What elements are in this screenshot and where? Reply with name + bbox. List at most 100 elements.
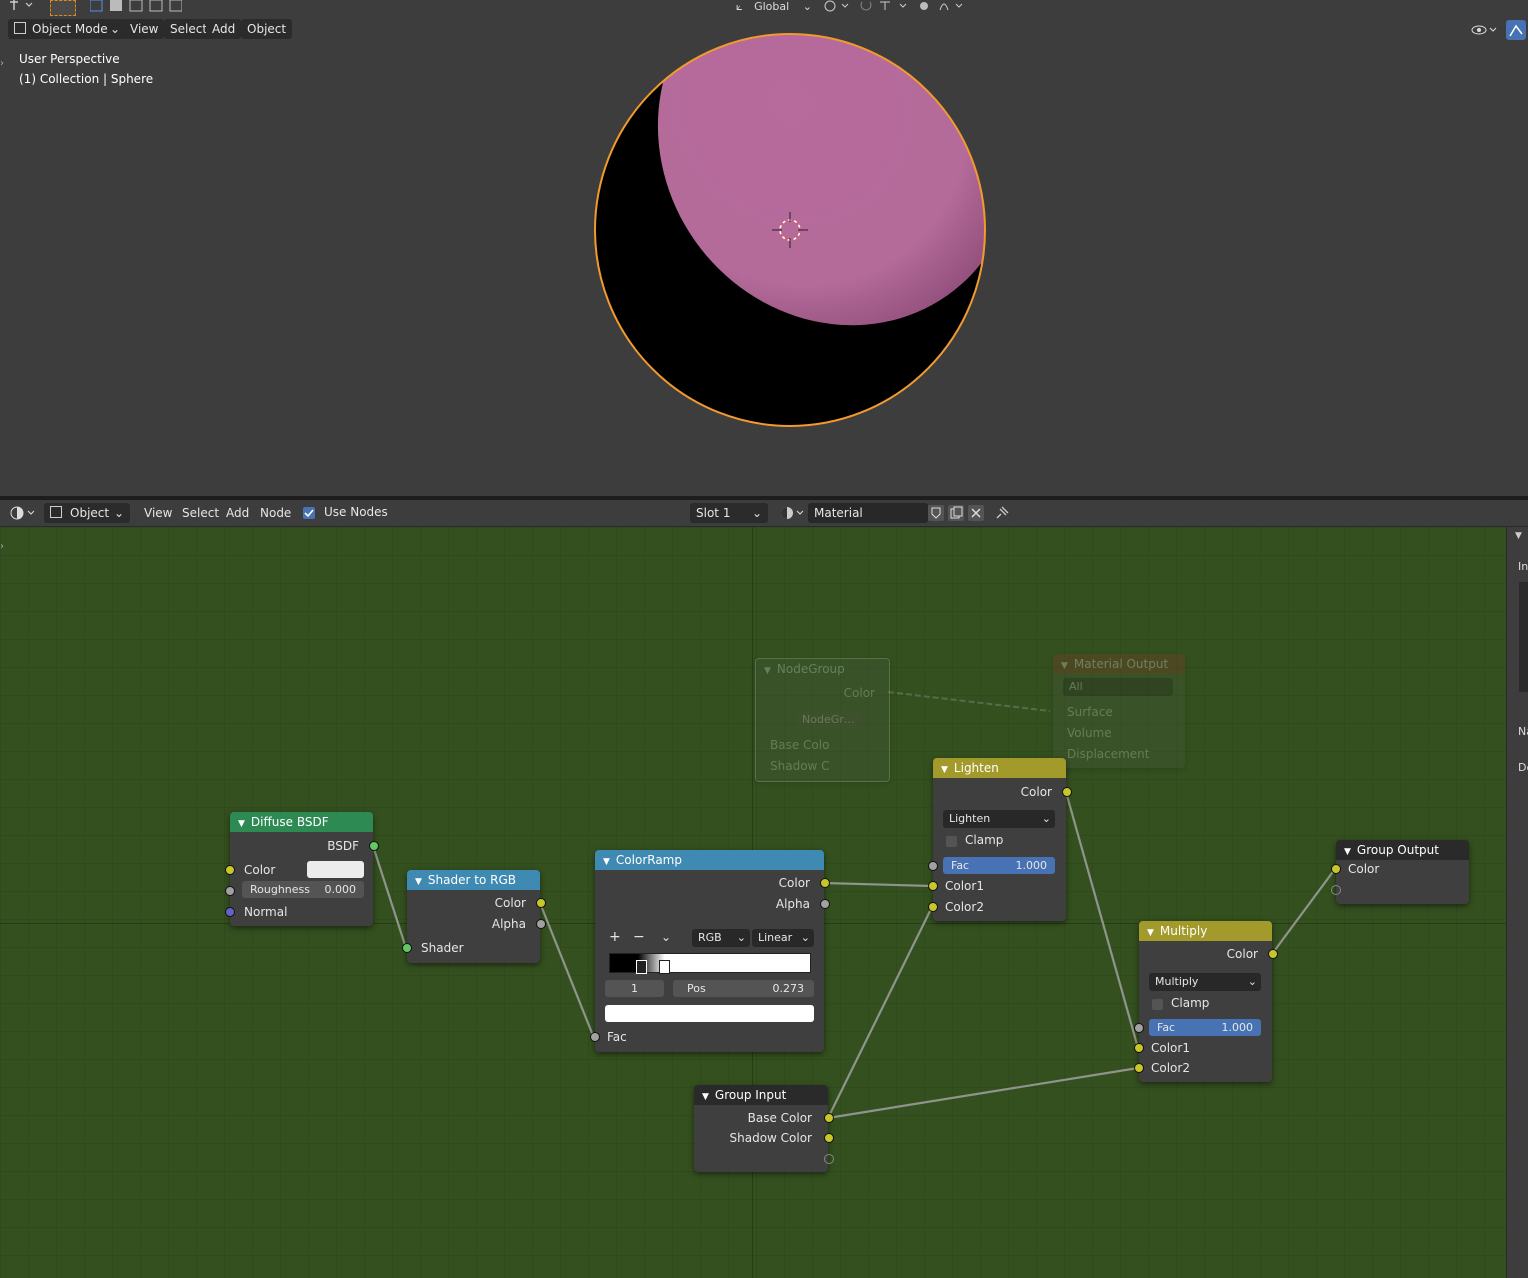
collapse-triangle-icon[interactable]: ▼ bbox=[1147, 928, 1154, 938]
clamp-checkbox[interactable] bbox=[1152, 999, 1163, 1010]
empty-output-socket[interactable] bbox=[824, 1154, 834, 1164]
add-stop-button[interactable]: + bbox=[609, 929, 621, 945]
object-mode-dropdown[interactable]: Object Mode ⌄ bbox=[8, 19, 126, 39]
fac-input-socket[interactable] bbox=[1134, 1023, 1144, 1033]
fake-user-icon[interactable] bbox=[928, 505, 944, 521]
fac-input-socket[interactable] bbox=[590, 1032, 600, 1042]
add-menu[interactable]: Add bbox=[206, 19, 242, 39]
color-output-socket[interactable] bbox=[1268, 949, 1278, 959]
blend-mode-dropdown[interactable]: Lighten ⌄ bbox=[943, 810, 1055, 828]
color2-input-socket[interactable] bbox=[1134, 1063, 1144, 1073]
color-input-socket[interactable] bbox=[1331, 864, 1341, 874]
bsdf-output-socket[interactable] bbox=[369, 841, 379, 851]
group-input-node[interactable]: ▼ Group Input Base Color Shadow Color bbox=[694, 1085, 834, 1172]
collapse-triangle-icon[interactable]: ▼ bbox=[1344, 847, 1351, 857]
pivot-snap-icons[interactable] bbox=[822, 0, 968, 13]
unlink-material-icon[interactable] bbox=[968, 505, 984, 521]
color-swatch[interactable] bbox=[307, 861, 364, 878]
alpha-output-socket[interactable] bbox=[536, 919, 546, 929]
sphere-object[interactable] bbox=[590, 30, 990, 430]
collapse-triangle-icon[interactable]: ▼ bbox=[603, 857, 610, 867]
node-header[interactable]: ▼ NodeGroup bbox=[756, 659, 889, 679]
shader-input-socket[interactable] bbox=[402, 943, 412, 953]
color-output-socket[interactable] bbox=[536, 898, 546, 908]
diffuse-bsdf-node[interactable]: ▼ Diffuse BSDF BSDF Color Roughness 0.000… bbox=[225, 812, 379, 926]
lighten-mix-node[interactable]: ▼ Lighten Color Lighten ⌄ Clamp Fac 1.000 … bbox=[928, 758, 1072, 921]
collapse-triangle-icon[interactable]: ▼ bbox=[1061, 661, 1068, 671]
color-output-socket[interactable] bbox=[820, 878, 830, 888]
roughness-input-socket[interactable] bbox=[225, 886, 235, 896]
fac-slider[interactable]: Fac 1.000 bbox=[943, 857, 1055, 874]
editor-type-icon[interactable] bbox=[8, 505, 38, 521]
alpha-output-socket[interactable] bbox=[820, 899, 830, 909]
collapse-triangle-icon[interactable]: ▼ bbox=[238, 819, 245, 829]
collapse-triangle-icon[interactable]: ▼ bbox=[702, 1092, 709, 1102]
collapse-triangle-icon[interactable]: ▼ bbox=[764, 666, 771, 676]
base-color-output-socket[interactable] bbox=[824, 1113, 834, 1123]
sidebar-list[interactable] bbox=[1519, 582, 1528, 692]
node-header[interactable]: ▼ ColorRamp bbox=[595, 850, 824, 870]
ramp-options-chevron-icon[interactable]: ⌄ bbox=[661, 930, 671, 944]
target-dropdown[interactable]: All bbox=[1063, 678, 1173, 696]
node-menu[interactable]: Node bbox=[254, 503, 297, 523]
use-nodes-checkbox[interactable] bbox=[303, 507, 315, 519]
node-editor-canvas[interactable]: › ▼ NodeGroup Color NodeGr… Base Colo Sha… bbox=[0, 527, 1506, 1278]
sidebar-collapse-icon[interactable]: ▼ bbox=[1515, 531, 1522, 541]
roughness-field[interactable]: Roughness 0.000 bbox=[242, 881, 364, 898]
slot-dropdown[interactable]: Slot 1 ⌄ bbox=[690, 503, 768, 523]
node-header[interactable]: ▼ Lighten bbox=[933, 758, 1066, 778]
collapse-triangle-icon[interactable]: ▼ bbox=[941, 765, 948, 775]
shader-to-rgb-node[interactable]: ▼ Shader to RGB Color Alpha Shader bbox=[402, 870, 546, 963]
color-input-socket[interactable] bbox=[225, 865, 235, 875]
fac-input-socket[interactable] bbox=[928, 861, 938, 871]
interpolation-dropdown[interactable]: Linear ⌄ bbox=[752, 929, 814, 947]
shadow-color-output-socket[interactable] bbox=[824, 1133, 834, 1143]
group-output-node[interactable]: ▼ Group Output Color bbox=[1331, 840, 1469, 904]
normal-input-socket[interactable] bbox=[225, 907, 235, 917]
select-mode-icons[interactable] bbox=[89, 0, 183, 12]
stop-color-swatch[interactable] bbox=[605, 1005, 814, 1022]
select-menu[interactable]: Select bbox=[176, 503, 225, 523]
3d-viewport[interactable]: ⟀ Global ⌄ Object Mode ⌄ View Select Add… bbox=[0, 0, 1528, 496]
ramp-stop-handle-active[interactable] bbox=[659, 960, 670, 974]
empty-input-socket[interactable] bbox=[1331, 885, 1341, 895]
remove-stop-button[interactable]: − bbox=[633, 929, 645, 945]
pin-icon[interactable] bbox=[994, 505, 1010, 521]
view-menu[interactable]: View bbox=[138, 503, 178, 523]
material-output-ghost[interactable]: ▼ Material Output All Surface Volume Disp… bbox=[1053, 654, 1185, 768]
node-sidebar[interactable]: ▼ In Na De bbox=[1506, 527, 1528, 1278]
shader-type-dropdown[interactable]: Object ⌄ bbox=[44, 503, 130, 523]
sidebar-expand-arrow[interactable]: › bbox=[0, 58, 8, 70]
view-menu[interactable]: View bbox=[124, 19, 165, 39]
blend-mode-dropdown[interactable]: Multiply ⌄ bbox=[1149, 973, 1261, 991]
color-output-socket[interactable] bbox=[1062, 787, 1072, 797]
transform-orientation-dropdown[interactable]: ⟀ Global ⌄ bbox=[736, 0, 816, 13]
stop-index-field[interactable]: 1 bbox=[605, 980, 664, 997]
color1-input-socket[interactable] bbox=[1134, 1043, 1144, 1053]
duplicate-material-icon[interactable] bbox=[948, 505, 964, 521]
node-header[interactable]: ▼ Material Output bbox=[1053, 654, 1185, 674]
editor-type-icon[interactable] bbox=[8, 0, 36, 12]
node-header[interactable]: ▼ Shader to RGB bbox=[407, 870, 540, 890]
stop-position-field[interactable]: Pos 0.273 bbox=[673, 980, 814, 997]
node-header[interactable]: ▼ Diffuse BSDF bbox=[230, 812, 373, 832]
material-name-field[interactable]: Material bbox=[808, 503, 928, 523]
color2-input-socket[interactable] bbox=[928, 902, 938, 912]
clamp-checkbox[interactable] bbox=[946, 836, 957, 847]
select-tool-icon[interactable] bbox=[50, 0, 76, 16]
ramp-stop-handle[interactable] bbox=[636, 960, 647, 974]
add-menu[interactable]: Add bbox=[220, 503, 255, 523]
visibility-icon[interactable] bbox=[1470, 22, 1500, 38]
colorramp-node[interactable]: ▼ ColorRamp Color Alpha + − ⌄ RGB ⌄ Linear… bbox=[590, 850, 830, 1052]
node-group-ghost[interactable]: ▼ NodeGroup Color NodeGr… Base Colo Shado… bbox=[755, 658, 890, 782]
material-browse-icon[interactable] bbox=[778, 505, 806, 521]
object-menu[interactable]: Object bbox=[241, 19, 293, 39]
multiply-mix-node[interactable]: ▼ Multiply Color Multiply ⌄ Clamp Fac 1.00… bbox=[1134, 921, 1278, 1082]
collapse-triangle-icon[interactable]: ▼ bbox=[415, 877, 422, 887]
group-name-field[interactable]: NodeGr… bbox=[796, 711, 862, 728]
color-mode-dropdown[interactable]: RGB ⌄ bbox=[692, 929, 750, 947]
node-header[interactable]: ▼ Group Output bbox=[1336, 840, 1469, 860]
fac-slider[interactable]: Fac 1.000 bbox=[1149, 1019, 1261, 1036]
color1-input-socket[interactable] bbox=[928, 881, 938, 891]
node-header[interactable]: ▼ Multiply bbox=[1139, 921, 1272, 941]
